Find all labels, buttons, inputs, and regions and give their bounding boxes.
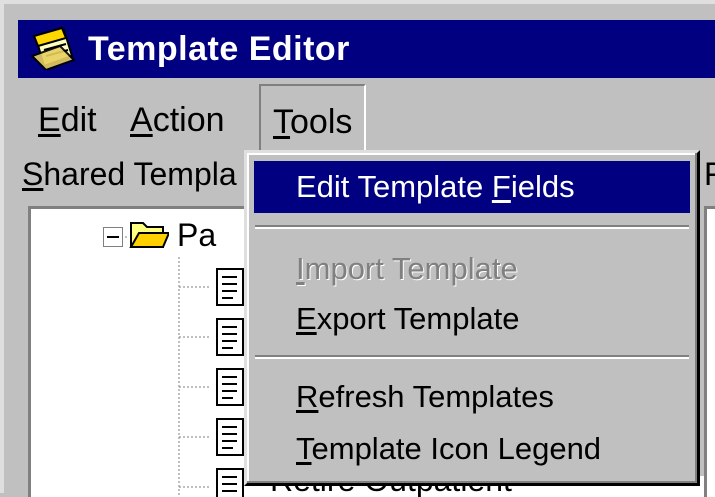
- edit-fields-text-after: ields: [510, 169, 575, 204]
- menu-action-rest: ction: [152, 101, 225, 139]
- menu-separator: [255, 225, 689, 229]
- menu-tools-rest: ools: [290, 103, 353, 141]
- import-mnemonic: I: [296, 251, 305, 286]
- legend-mnemonic: T: [296, 431, 312, 466]
- refresh-mnemonic: R: [296, 379, 319, 414]
- folder-open-icon: [129, 222, 169, 248]
- window-title: Template Editor: [88, 30, 350, 68]
- shared-label-rest: hared Templa: [43, 156, 237, 192]
- menu-edit[interactable]: Edit: [38, 100, 97, 140]
- export-text: xport Template: [316, 301, 520, 336]
- menu-action-mnemonic: A: [130, 101, 153, 139]
- export-mnemonic: E: [296, 301, 317, 336]
- menu-item-template-icon-legend[interactable]: Template Icon Legend: [254, 423, 690, 475]
- template-icon: [216, 418, 244, 456]
- menu-action[interactable]: Action: [130, 100, 225, 140]
- menu-item-refresh-templates[interactable]: Refresh Templates: [254, 371, 690, 423]
- menu-edit-rest: dit: [60, 101, 97, 139]
- shared-templates-label: Shared Templa: [22, 156, 237, 192]
- menu-item-export-template[interactable]: Export Template: [254, 293, 690, 345]
- legend-text: emplate Icon Legend: [311, 431, 602, 466]
- menu-edit-mnemonic: E: [38, 101, 61, 139]
- edit-fields-mnemonic: F: [491, 169, 511, 204]
- edit-fields-text-before: Edit Template: [296, 169, 492, 204]
- template-icon: [216, 268, 244, 306]
- menu-item-import-template: Import Template: [254, 243, 690, 295]
- right-pane-label: F: [704, 156, 715, 192]
- tools-menu-dropdown: Edit Template Fields Import Template Exp…: [244, 150, 700, 486]
- tree-root-label[interactable]: Pa: [177, 217, 216, 253]
- menu-bar: Edit Action Tools: [18, 80, 715, 152]
- notepad-icon: [30, 26, 76, 70]
- title-bar[interactable]: Template Editor: [18, 20, 715, 78]
- shared-templates-tree[interactable]: Pa: [28, 206, 258, 497]
- menu-separator: [255, 355, 689, 359]
- menu-tools[interactable]: Tools: [259, 84, 367, 152]
- menu-tools-mnemonic: T: [273, 103, 290, 141]
- import-text: mport Template: [304, 251, 518, 286]
- template-icon: [216, 368, 244, 406]
- template-icon: [216, 318, 244, 356]
- collapse-toggle[interactable]: [103, 227, 123, 247]
- right-pane[interactable]: [704, 206, 715, 497]
- refresh-text: efresh Templates: [318, 379, 554, 414]
- application-window: Template Editor Edit Action Tools Shared…: [0, 0, 715, 497]
- menu-item-edit-template-fields[interactable]: Edit Template Fields: [254, 161, 690, 213]
